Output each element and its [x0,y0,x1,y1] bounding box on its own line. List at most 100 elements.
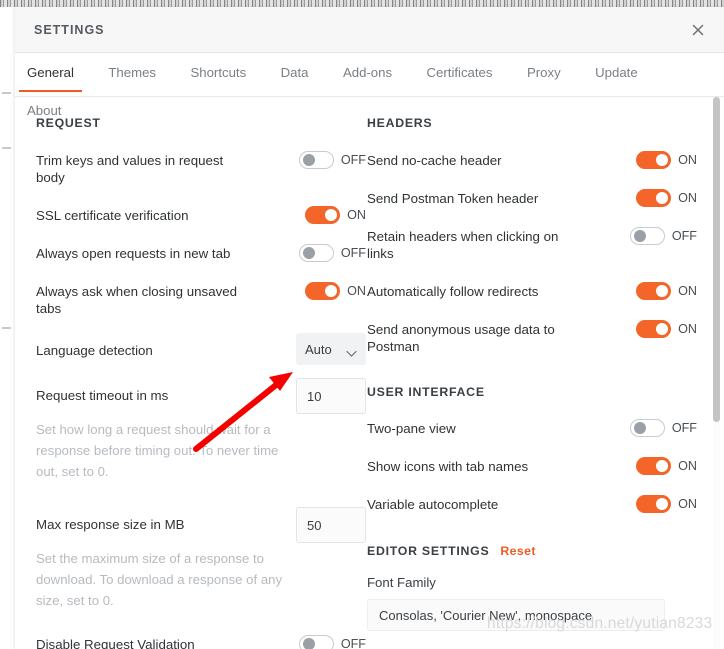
language-detection-value: Auto [305,341,332,357]
switch-track[interactable] [305,282,341,300]
settings-content: REQUEST Trim keys and values in request … [15,97,724,649]
switch-knob [325,209,338,221]
switch-knob [325,285,338,297]
headers-column: HEADERS Send no-cache header ON Send Pos… [367,97,697,649]
font-family-label: Font Family [367,575,436,590]
toggle-ask-unsaved-tabs[interactable]: ON [305,282,366,300]
setting-row-variable-autocomplete: Variable autocomplete ON [367,495,697,513]
switch-state-label: ON [678,459,697,473]
request-column: REQUEST Trim keys and values in request … [36,97,366,649]
switch-state-label: OFF [671,421,697,435]
scrollbar-thumb[interactable] [713,97,720,422]
switch-state-label: OFF [671,229,697,243]
switch-track[interactable] [305,206,341,224]
setting-row-language-detection: Language detection Auto [36,333,366,365]
settings-dialog: SETTINGS General Themes Shortcuts Data A… [15,7,724,649]
switch-track[interactable] [629,227,665,245]
request-timeout-description: Set how long a request should wait for a… [36,422,279,479]
background-tick [2,327,11,329]
switch-knob [633,422,646,434]
switch-track[interactable] [636,151,672,169]
switch-knob [302,247,315,259]
switch-state-label: OFF [340,153,366,167]
toggle-follow-redirects[interactable]: ON [636,282,697,300]
toggle-open-new-tab[interactable]: OFF [298,244,366,262]
switch-track[interactable] [636,457,672,475]
toggle-show-icons-tab-names[interactable]: ON [636,457,697,475]
language-detection-select[interactable]: Auto [296,333,366,365]
switch-knob [302,638,315,649]
toggle-postman-token-header[interactable]: ON [636,189,697,207]
switch-track[interactable] [298,151,334,169]
background-left-sidebar [0,7,16,649]
setting-label: Always ask when closing unsaved tabs [36,284,238,316]
tab-data[interactable]: Data [271,53,319,91]
screenshot-root: SETTINGS General Themes Shortcuts Data A… [0,0,724,649]
tab-certificates[interactable]: Certificates [417,53,503,91]
switch-knob [656,285,669,297]
setting-label: Automatically follow redirects [367,284,539,299]
switch-track[interactable] [636,495,672,513]
section-title-headers: HEADERS [367,116,433,130]
request-timeout-input[interactable] [296,378,366,414]
background-window-top-strip [0,0,724,7]
setting-row-ssl-verification: SSL certificate verification ON [36,206,366,224]
setting-label: Send anonymous usage data to Postman [367,322,555,354]
switch-track[interactable] [298,244,334,262]
switch-state-label: ON [678,284,697,298]
settings-tab-bar[interactable]: General Themes Shortcuts Data Add-ons Ce… [15,53,724,118]
switch-knob [656,154,669,166]
dialog-title: SETTINGS [34,23,105,37]
switch-state-label: ON [678,497,697,511]
section-title-request: REQUEST [36,116,101,130]
section-title-editor-settings: EDITOR SETTINGS [367,544,490,558]
setting-row-postman-token-header: Send Postman Token header ON [367,189,697,207]
toggle-anonymous-usage-data[interactable]: ON [636,320,697,338]
switch-track[interactable] [298,635,334,649]
setting-row-request-timeout: Request timeout in ms [36,378,366,414]
switch-knob [656,498,669,510]
setting-label: SSL certificate verification [36,208,189,223]
chevron-down-icon [346,345,357,363]
switch-knob [656,460,669,472]
toggle-retain-headers[interactable]: OFF [629,227,697,245]
switch-track[interactable] [636,320,672,338]
switch-state-label: ON [678,322,697,336]
switch-track[interactable] [629,419,665,437]
toggle-disable-request-validation[interactable]: OFF [298,635,366,649]
switch-state-label: ON [678,191,697,205]
setting-label: Retain headers when clicking on links [367,229,559,261]
tab-general[interactable]: General [17,53,84,92]
content-scrollbar[interactable] [713,97,720,649]
toggle-variable-autocomplete[interactable]: ON [636,495,697,513]
background-tick [2,147,11,149]
switch-track[interactable] [636,189,672,207]
setting-label: Disable Request Validation [36,637,195,649]
setting-row-open-new-tab: Always open requests in new tab OFF [36,244,366,262]
switch-knob [656,192,669,204]
setting-row-follow-redirects: Automatically follow redirects ON [367,282,697,300]
tab-add-ons[interactable]: Add-ons [333,53,402,91]
tab-shortcuts[interactable]: Shortcuts [180,53,256,91]
max-response-size-input[interactable] [296,507,366,543]
tab-update[interactable]: Update [585,53,648,91]
toggle-no-cache-header[interactable]: ON [636,151,697,169]
switch-track[interactable] [636,282,672,300]
setting-label: Send no-cache header [367,153,502,168]
toggle-ssl-verification[interactable]: ON [305,206,366,224]
toggle-trim-keys[interactable]: OFF [298,151,366,169]
switch-state-label: ON [347,208,366,222]
toggle-two-pane-view[interactable]: OFF [629,419,697,437]
switch-knob [656,323,669,335]
tab-proxy[interactable]: Proxy [517,53,571,91]
font-family-input[interactable] [367,599,665,631]
setting-row-ask-unsaved-tabs: Always ask when closing unsaved tabs ON [36,282,366,317]
tab-themes[interactable]: Themes [98,53,166,91]
max-response-size-description: Set the maximum size of a response to do… [36,551,283,608]
setting-row-anonymous-usage-data: Send anonymous usage data to Postman ON [367,320,697,355]
switch-state-label: OFF [340,246,366,260]
setting-row-no-cache-header: Send no-cache header ON [367,151,697,169]
setting-label: Send Postman Token header [367,191,539,206]
reset-editor-settings-link[interactable]: Reset [500,544,536,558]
close-icon[interactable] [684,16,712,44]
